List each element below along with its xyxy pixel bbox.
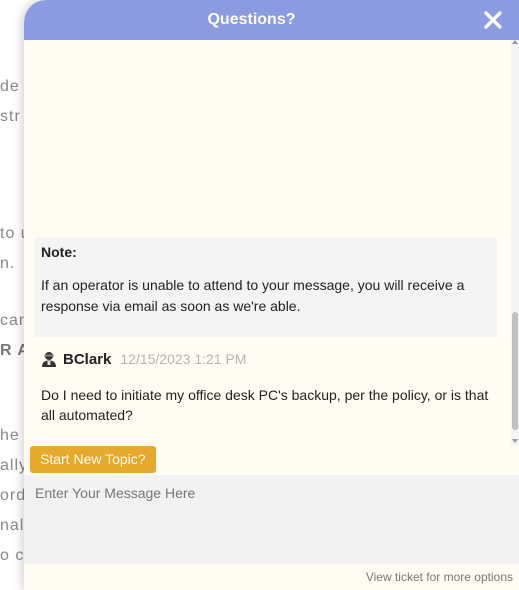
chat-title: Questions? bbox=[207, 11, 296, 28]
message-text: Do I need to initiate my office desk PC'… bbox=[41, 387, 489, 423]
background-text-line: o c bbox=[0, 547, 25, 564]
message-header: BClark 12/15/2023 1:21 PM bbox=[35, 346, 497, 372]
scroll-down-arrow-icon[interactable] bbox=[512, 439, 518, 443]
note-title: Note: bbox=[41, 244, 77, 260]
message-input[interactable] bbox=[24, 475, 519, 564]
note-text: If an operator is unable to attend to yo… bbox=[41, 277, 465, 314]
background-text-line: ord bbox=[0, 487, 27, 504]
background-text-line: de bbox=[0, 78, 20, 95]
scroll-thumb[interactable] bbox=[512, 312, 518, 430]
chat-message: BClark 12/15/2023 1:21 PM Do I need to i… bbox=[35, 346, 497, 425]
operator-note: Note: If an operator is unable to attend… bbox=[35, 237, 497, 337]
message-list[interactable]: Note: If an operator is unable to attend… bbox=[24, 40, 519, 447]
background-text-line: str bbox=[0, 108, 21, 125]
chat-widget: Questions? Note: If an operator is unabl… bbox=[24, 0, 519, 590]
scroll-up-arrow-icon[interactable] bbox=[512, 40, 518, 44]
chat-footer: View ticket for more options bbox=[24, 564, 519, 590]
composer bbox=[24, 475, 519, 564]
message-timestamp: 12/15/2023 1:21 PM bbox=[120, 351, 247, 367]
background-text-line: n. bbox=[0, 255, 16, 272]
start-new-topic-button[interactable]: Start New Topic? bbox=[30, 446, 156, 473]
view-ticket-link[interactable]: View ticket for more options bbox=[366, 570, 513, 584]
user-agent-icon bbox=[42, 352, 56, 367]
message-author: BClark bbox=[63, 350, 112, 368]
chat-header: Questions? bbox=[24, 0, 519, 40]
background-text-line: nal bbox=[0, 517, 25, 534]
close-icon[interactable] bbox=[481, 8, 505, 32]
message-scrollbar[interactable] bbox=[511, 40, 519, 445]
